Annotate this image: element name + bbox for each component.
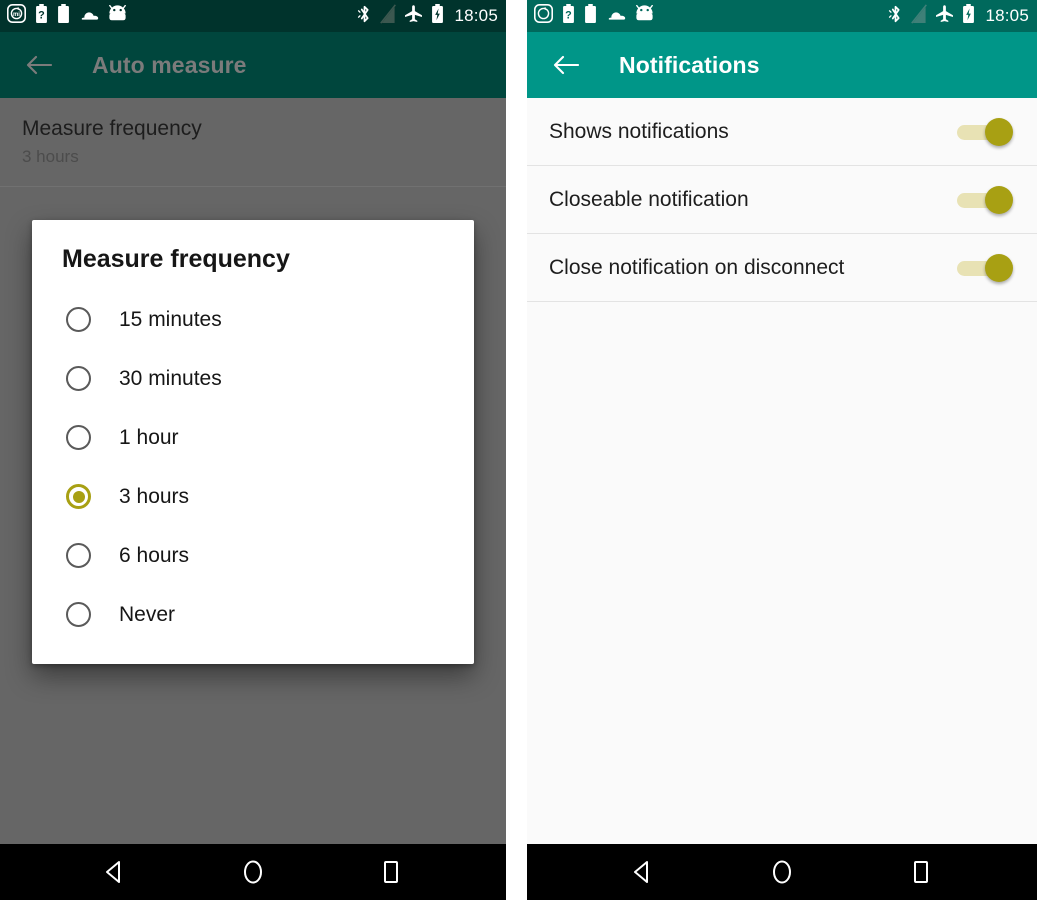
back-nav-icon <box>633 861 648 883</box>
radio-option-label: 3 hours <box>119 484 190 508</box>
setting-label: Close notification on disconnect <box>549 255 845 279</box>
preference-title: Measure frequency <box>22 117 202 140</box>
page-title-right: Notifications <box>619 51 760 78</box>
radio-option-label: 15 minutes <box>119 307 222 331</box>
left-phone-body: Measure frequency 3 hours Measure freque… <box>0 98 506 856</box>
status-bar-right: mi ? 18:05 <box>527 0 1037 32</box>
no-sim-icon <box>380 3 397 29</box>
radio-button-icon[interactable] <box>66 366 91 391</box>
radio-option-3-hours[interactable]: 3 hours <box>32 467 474 526</box>
status-bar-clock: 18:05 <box>454 6 498 25</box>
radio-button-icon[interactable] <box>66 543 91 568</box>
back-nav-icon <box>106 861 120 883</box>
dialog-title: Measure frequency <box>62 245 290 273</box>
battery-icon <box>57 4 70 28</box>
toggle-thumb <box>985 117 1013 146</box>
preference-summary: 3 hours <box>22 147 79 166</box>
radio-button-icon[interactable] <box>66 602 91 627</box>
battery-unknown-icon: ? <box>35 4 48 28</box>
svg-text:?: ? <box>565 9 572 21</box>
back-nav-button[interactable] <box>615 850 671 894</box>
page-title-left: Auto measure <box>92 51 247 78</box>
no-sim-icon <box>911 3 928 29</box>
toggle-shows-notifications[interactable] <box>957 117 1013 146</box>
battery-unknown-icon: ? <box>562 4 575 28</box>
recents-nav-icon <box>384 861 398 883</box>
battery-icon <box>584 4 597 28</box>
setting-label: Shows notifications <box>549 119 729 143</box>
radio-option-1-hour[interactable]: 1 hour <box>32 408 474 467</box>
app-bar-left: Auto measure <box>0 32 506 98</box>
setting-row-close-notification-on-disconnect[interactable]: Close notification on disconnect <box>527 234 1037 302</box>
radio-button-checked-icon[interactable] <box>66 484 91 509</box>
home-nav-icon <box>244 860 262 884</box>
back-button-left[interactable] <box>22 48 56 82</box>
toggle-thumb <box>985 253 1013 282</box>
setting-row-shows-notifications[interactable]: Shows notifications <box>527 98 1037 166</box>
radio-option-6-hours[interactable]: 6 hours <box>32 526 474 585</box>
app-mi-icon: mi <box>7 4 26 28</box>
recents-nav-button[interactable] <box>893 850 949 894</box>
radio-option-label: 30 minutes <box>119 366 222 390</box>
screenshot-root: mi ? 18:05 Auto measure Measure frequenc… <box>0 0 1037 900</box>
radio-option-15-minutes[interactable]: 15 minutes <box>32 290 474 349</box>
status-bar-left-icons: mi ? <box>534 4 888 28</box>
setting-label: Closeable notification <box>549 187 749 211</box>
status-bar-clock: 18:05 <box>985 6 1029 25</box>
preference-row-measure-frequency[interactable]: Measure frequency 3 hours <box>0 98 506 187</box>
home-nav-icon <box>772 860 791 884</box>
status-bar-left: mi ? 18:05 <box>0 0 506 32</box>
airplane-mode-icon <box>404 4 423 28</box>
setting-row-closeable-notification[interactable]: Closeable notification <box>527 166 1037 234</box>
arrow-back-icon <box>26 55 52 75</box>
svg-text:mi: mi <box>540 12 547 18</box>
arrow-back-icon <box>553 55 579 75</box>
status-bar-right-icons: 18:05 <box>888 3 1029 29</box>
home-nav-button[interactable] <box>754 850 810 894</box>
radio-button-icon[interactable] <box>66 307 91 332</box>
svg-text:?: ? <box>38 9 45 21</box>
left-phone-panel: mi ? 18:05 Auto measure Measure frequenc… <box>0 0 506 900</box>
battery-charging-icon <box>431 4 444 28</box>
recents-nav-button[interactable] <box>363 850 419 894</box>
cloud-icon <box>79 7 99 26</box>
radio-button-icon[interactable] <box>66 425 91 450</box>
status-bar-left-icons: mi ? <box>7 4 357 28</box>
nav-bar-right <box>527 844 1037 900</box>
nav-bar-left <box>0 844 506 900</box>
right-phone-panel: mi ? 18:05 Notifications Shows notificat… <box>527 0 1037 900</box>
android-head-icon <box>108 4 127 27</box>
home-nav-button[interactable] <box>225 850 281 894</box>
radio-option-label: Never <box>119 602 176 626</box>
app-bar-right: Notifications <box>527 32 1037 98</box>
right-phone-body: Shows notifications Closeable notificati… <box>527 98 1037 856</box>
back-button-right[interactable] <box>549 48 583 82</box>
bluetooth-icon <box>357 4 372 29</box>
cloud-icon <box>606 7 626 26</box>
radio-option-label: 6 hours <box>119 543 190 567</box>
radio-option-never[interactable]: Never <box>32 585 474 644</box>
panel-gap <box>506 0 527 900</box>
app-mi-icon: mi <box>534 4 553 28</box>
measure-frequency-dialog: Measure frequency 15 minutes 30 minutes … <box>32 220 474 664</box>
android-head-icon <box>635 4 654 27</box>
radio-group: 15 minutes 30 minutes 1 hour 3 hours 6 h… <box>32 282 474 646</box>
toggle-thumb <box>985 185 1013 214</box>
airplane-mode-icon <box>935 4 954 28</box>
radio-option-label: 1 hour <box>119 425 179 449</box>
radio-option-30-minutes[interactable]: 30 minutes <box>32 349 474 408</box>
recents-nav-icon <box>914 861 929 883</box>
back-nav-button[interactable] <box>87 850 143 894</box>
status-bar-right-icons: 18:05 <box>357 3 498 29</box>
svg-text:mi: mi <box>13 12 20 18</box>
bluetooth-icon <box>888 4 903 29</box>
battery-charging-icon <box>962 4 975 28</box>
toggle-closeable-notification[interactable] <box>957 185 1013 214</box>
toggle-close-notification-on-disconnect[interactable] <box>957 253 1013 282</box>
